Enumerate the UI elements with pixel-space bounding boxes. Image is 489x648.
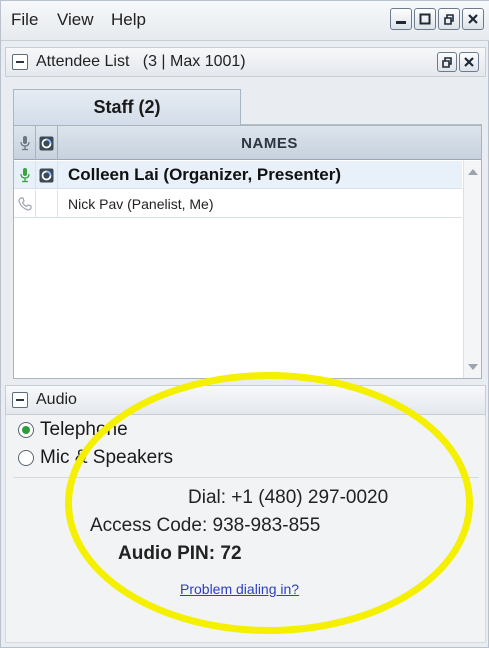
attendee-list-label: Attendee List: [36, 53, 130, 70]
audio-divider: [14, 477, 479, 478]
scroll-up-icon[interactable]: [468, 169, 478, 175]
audio-cell: [14, 161, 36, 189]
dial-label: Dial:: [188, 487, 227, 508]
attendee-table: NAMES Colleen Lai (Organizer, Presenter): [13, 125, 482, 379]
attendee-name: Nick Pav (Panelist, Me): [68, 196, 214, 212]
audio-cell: [14, 190, 36, 218]
audio-pin-line: Audio PIN: 72: [118, 543, 242, 565]
table-header: NAMES: [14, 126, 481, 160]
telephone-label: Telephone: [40, 419, 128, 440]
audio-panel: Telephone Mic & Speakers Dial: +1 (480) …: [5, 415, 486, 643]
attendee-scrollbar[interactable]: [463, 161, 481, 378]
close-panel-icon[interactable]: [459, 52, 479, 72]
dial-number: +1 (480) 297-0020: [231, 487, 389, 508]
names-column-header[interactable]: NAMES: [58, 126, 481, 160]
maximize-icon[interactable]: [414, 8, 436, 30]
audio-pin-value: 72: [220, 543, 242, 564]
menu-view[interactable]: View: [57, 10, 94, 30]
microphone-icon: [19, 136, 30, 151]
collapse-icon[interactable]: [12, 392, 28, 408]
restore-panel-icon[interactable]: [437, 52, 457, 72]
collapse-icon[interactable]: [12, 54, 28, 70]
attendee-name: Colleen Lai (Organizer, Presenter): [68, 165, 342, 184]
attendee-list-header[interactable]: Attendee List (3 | Max 1001): [5, 47, 486, 77]
menubar: File View Help: [1, 1, 489, 41]
mic-speakers-option[interactable]: Mic & Speakers: [18, 447, 173, 469]
attendee-tabs: Staff (2): [13, 89, 482, 125]
scroll-down-icon[interactable]: [468, 364, 478, 370]
audio-header[interactable]: Audio: [5, 385, 486, 415]
webex-panel-window: File View Help Attendee List (3 | Max 10…: [0, 0, 489, 648]
tab-staff[interactable]: Staff (2): [13, 89, 241, 125]
webex-icon: [39, 168, 54, 182]
telephone-option[interactable]: Telephone: [18, 419, 128, 441]
table-row[interactable]: Nick Pav (Panelist, Me): [14, 190, 462, 218]
audio-title: Audio: [36, 391, 77, 408]
role-cell: [36, 190, 58, 218]
restore-icon[interactable]: [438, 8, 460, 30]
access-code-value: 938-983-855: [212, 515, 321, 536]
close-icon[interactable]: [462, 8, 484, 30]
audio-column-header[interactable]: [14, 126, 36, 160]
window-controls: [390, 8, 484, 30]
menu-help[interactable]: Help: [111, 10, 146, 30]
attendee-count: (3 | Max 1001): [142, 53, 246, 70]
access-code-label: Access Code:: [90, 515, 208, 536]
mic-speakers-label: Mic & Speakers: [40, 447, 174, 468]
attendee-list-title: Attendee List (3 | Max 1001): [36, 53, 246, 71]
panel-controls: [437, 52, 479, 72]
microphone-icon: [19, 168, 30, 183]
role-column-header[interactable]: [36, 126, 58, 160]
role-cell: [36, 161, 58, 189]
menu-file[interactable]: File: [11, 10, 38, 30]
phone-icon: [17, 197, 32, 211]
problem-dialing-link[interactable]: Problem dialing in?: [180, 581, 299, 597]
webex-icon: [39, 136, 54, 150]
access-code-line: Access Code: 938-983-855: [90, 515, 320, 537]
minimize-icon[interactable]: [390, 8, 412, 30]
audio-pin-label: Audio PIN:: [118, 543, 216, 564]
dial-line: Dial: +1 (480) 297-0020: [188, 487, 388, 509]
table-row[interactable]: Colleen Lai (Organizer, Presenter): [14, 161, 462, 189]
telephone-radio[interactable]: [18, 422, 34, 438]
mic-speakers-radio[interactable]: [18, 450, 34, 466]
